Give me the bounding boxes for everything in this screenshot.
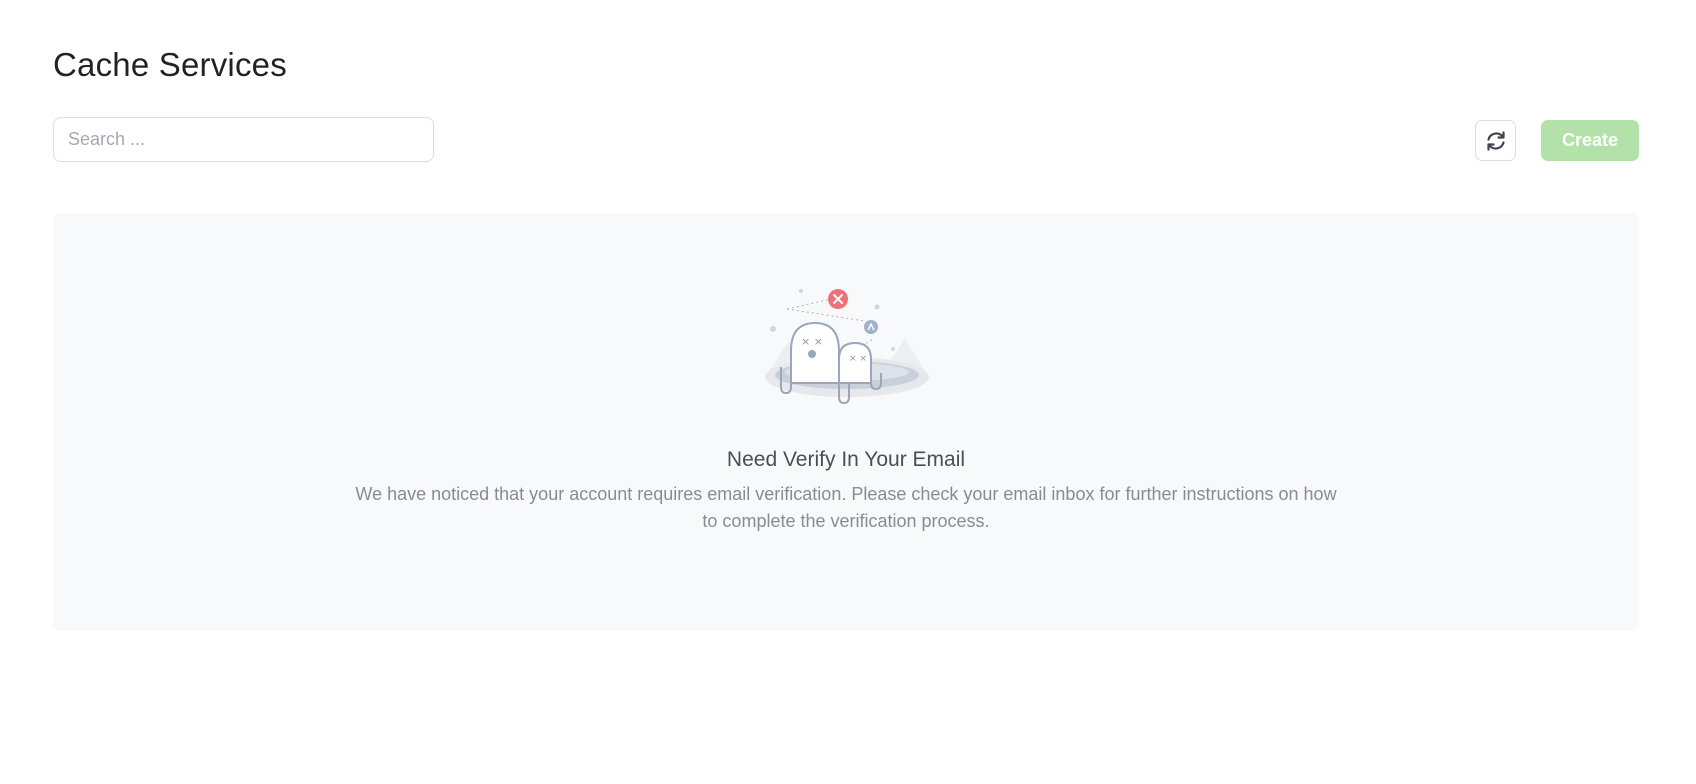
empty-state-description: We have noticed that your account requir… — [355, 484, 1337, 531]
refresh-button[interactable] — [1475, 120, 1516, 161]
cache-services-page: Cache Services Create — [0, 0, 1696, 784]
refresh-icon — [1484, 129, 1508, 153]
page-title: Cache Services — [53, 46, 287, 83]
empty-state-title: Need Verify In Your Email — [726, 448, 966, 471]
svg-text:× ×: × × — [801, 335, 823, 348]
empty-state-ghosts-illustration: × × × × — [753, 279, 943, 429]
search-input[interactable] — [54, 118, 433, 161]
svg-text:× ×: × × — [849, 354, 867, 364]
create-button[interactable]: Create — [1541, 120, 1639, 161]
empty-state-panel: × × × × Need Verify In Your Email We hav… — [53, 213, 1639, 631]
search-box[interactable] — [53, 117, 434, 162]
